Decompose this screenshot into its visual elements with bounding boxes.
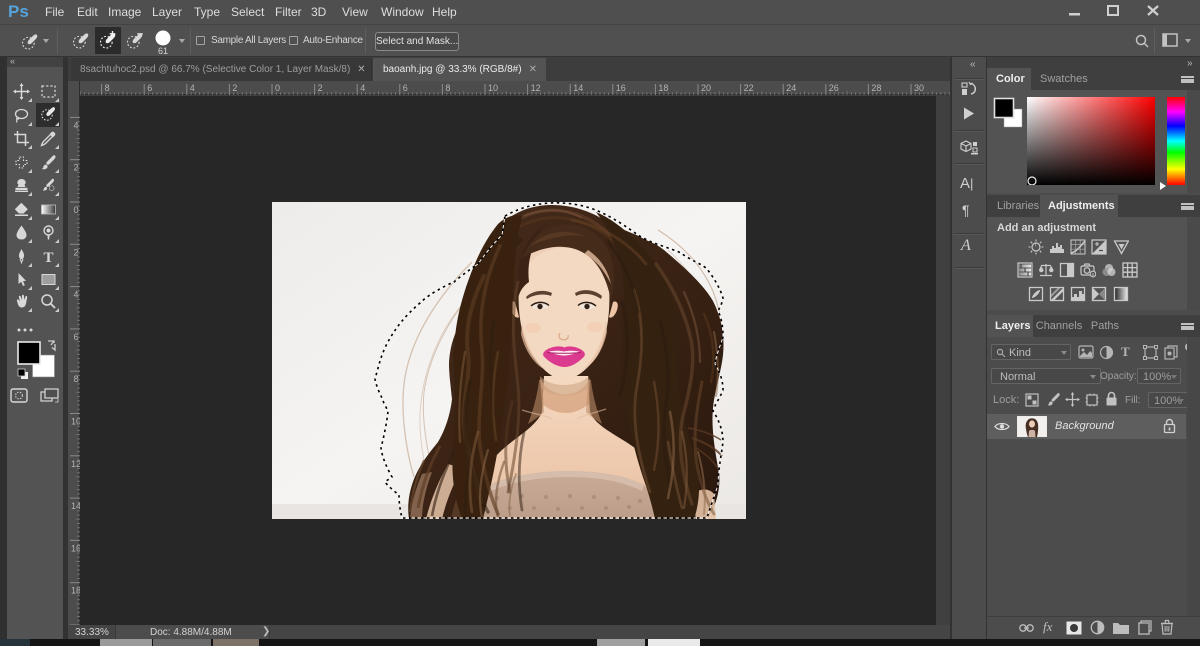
svg-text:30: 30 bbox=[914, 83, 924, 93]
svg-text:6: 6 bbox=[147, 83, 152, 93]
svg-text:12: 12 bbox=[531, 83, 541, 93]
svg-text:26: 26 bbox=[829, 83, 839, 93]
svg-text:14: 14 bbox=[573, 83, 583, 93]
svg-text:18: 18 bbox=[658, 83, 668, 93]
svg-text:24: 24 bbox=[786, 83, 796, 93]
svg-text:20: 20 bbox=[701, 83, 711, 93]
svg-text:8: 8 bbox=[105, 83, 110, 93]
svg-text:61: 61 bbox=[158, 46, 168, 55]
svg-text:16: 16 bbox=[616, 83, 626, 93]
svg-text:0: 0 bbox=[275, 83, 280, 93]
svg-text:4: 4 bbox=[360, 83, 365, 93]
svg-text:22: 22 bbox=[744, 83, 754, 93]
svg-text:4: 4 bbox=[190, 83, 195, 93]
svg-text:2: 2 bbox=[232, 83, 237, 93]
svg-text:6: 6 bbox=[403, 83, 408, 93]
svg-text:T: T bbox=[43, 250, 53, 265]
svg-text:8: 8 bbox=[445, 83, 450, 93]
svg-text:10: 10 bbox=[488, 83, 498, 93]
svg-text:28: 28 bbox=[871, 83, 881, 93]
svg-text:2: 2 bbox=[318, 83, 323, 93]
